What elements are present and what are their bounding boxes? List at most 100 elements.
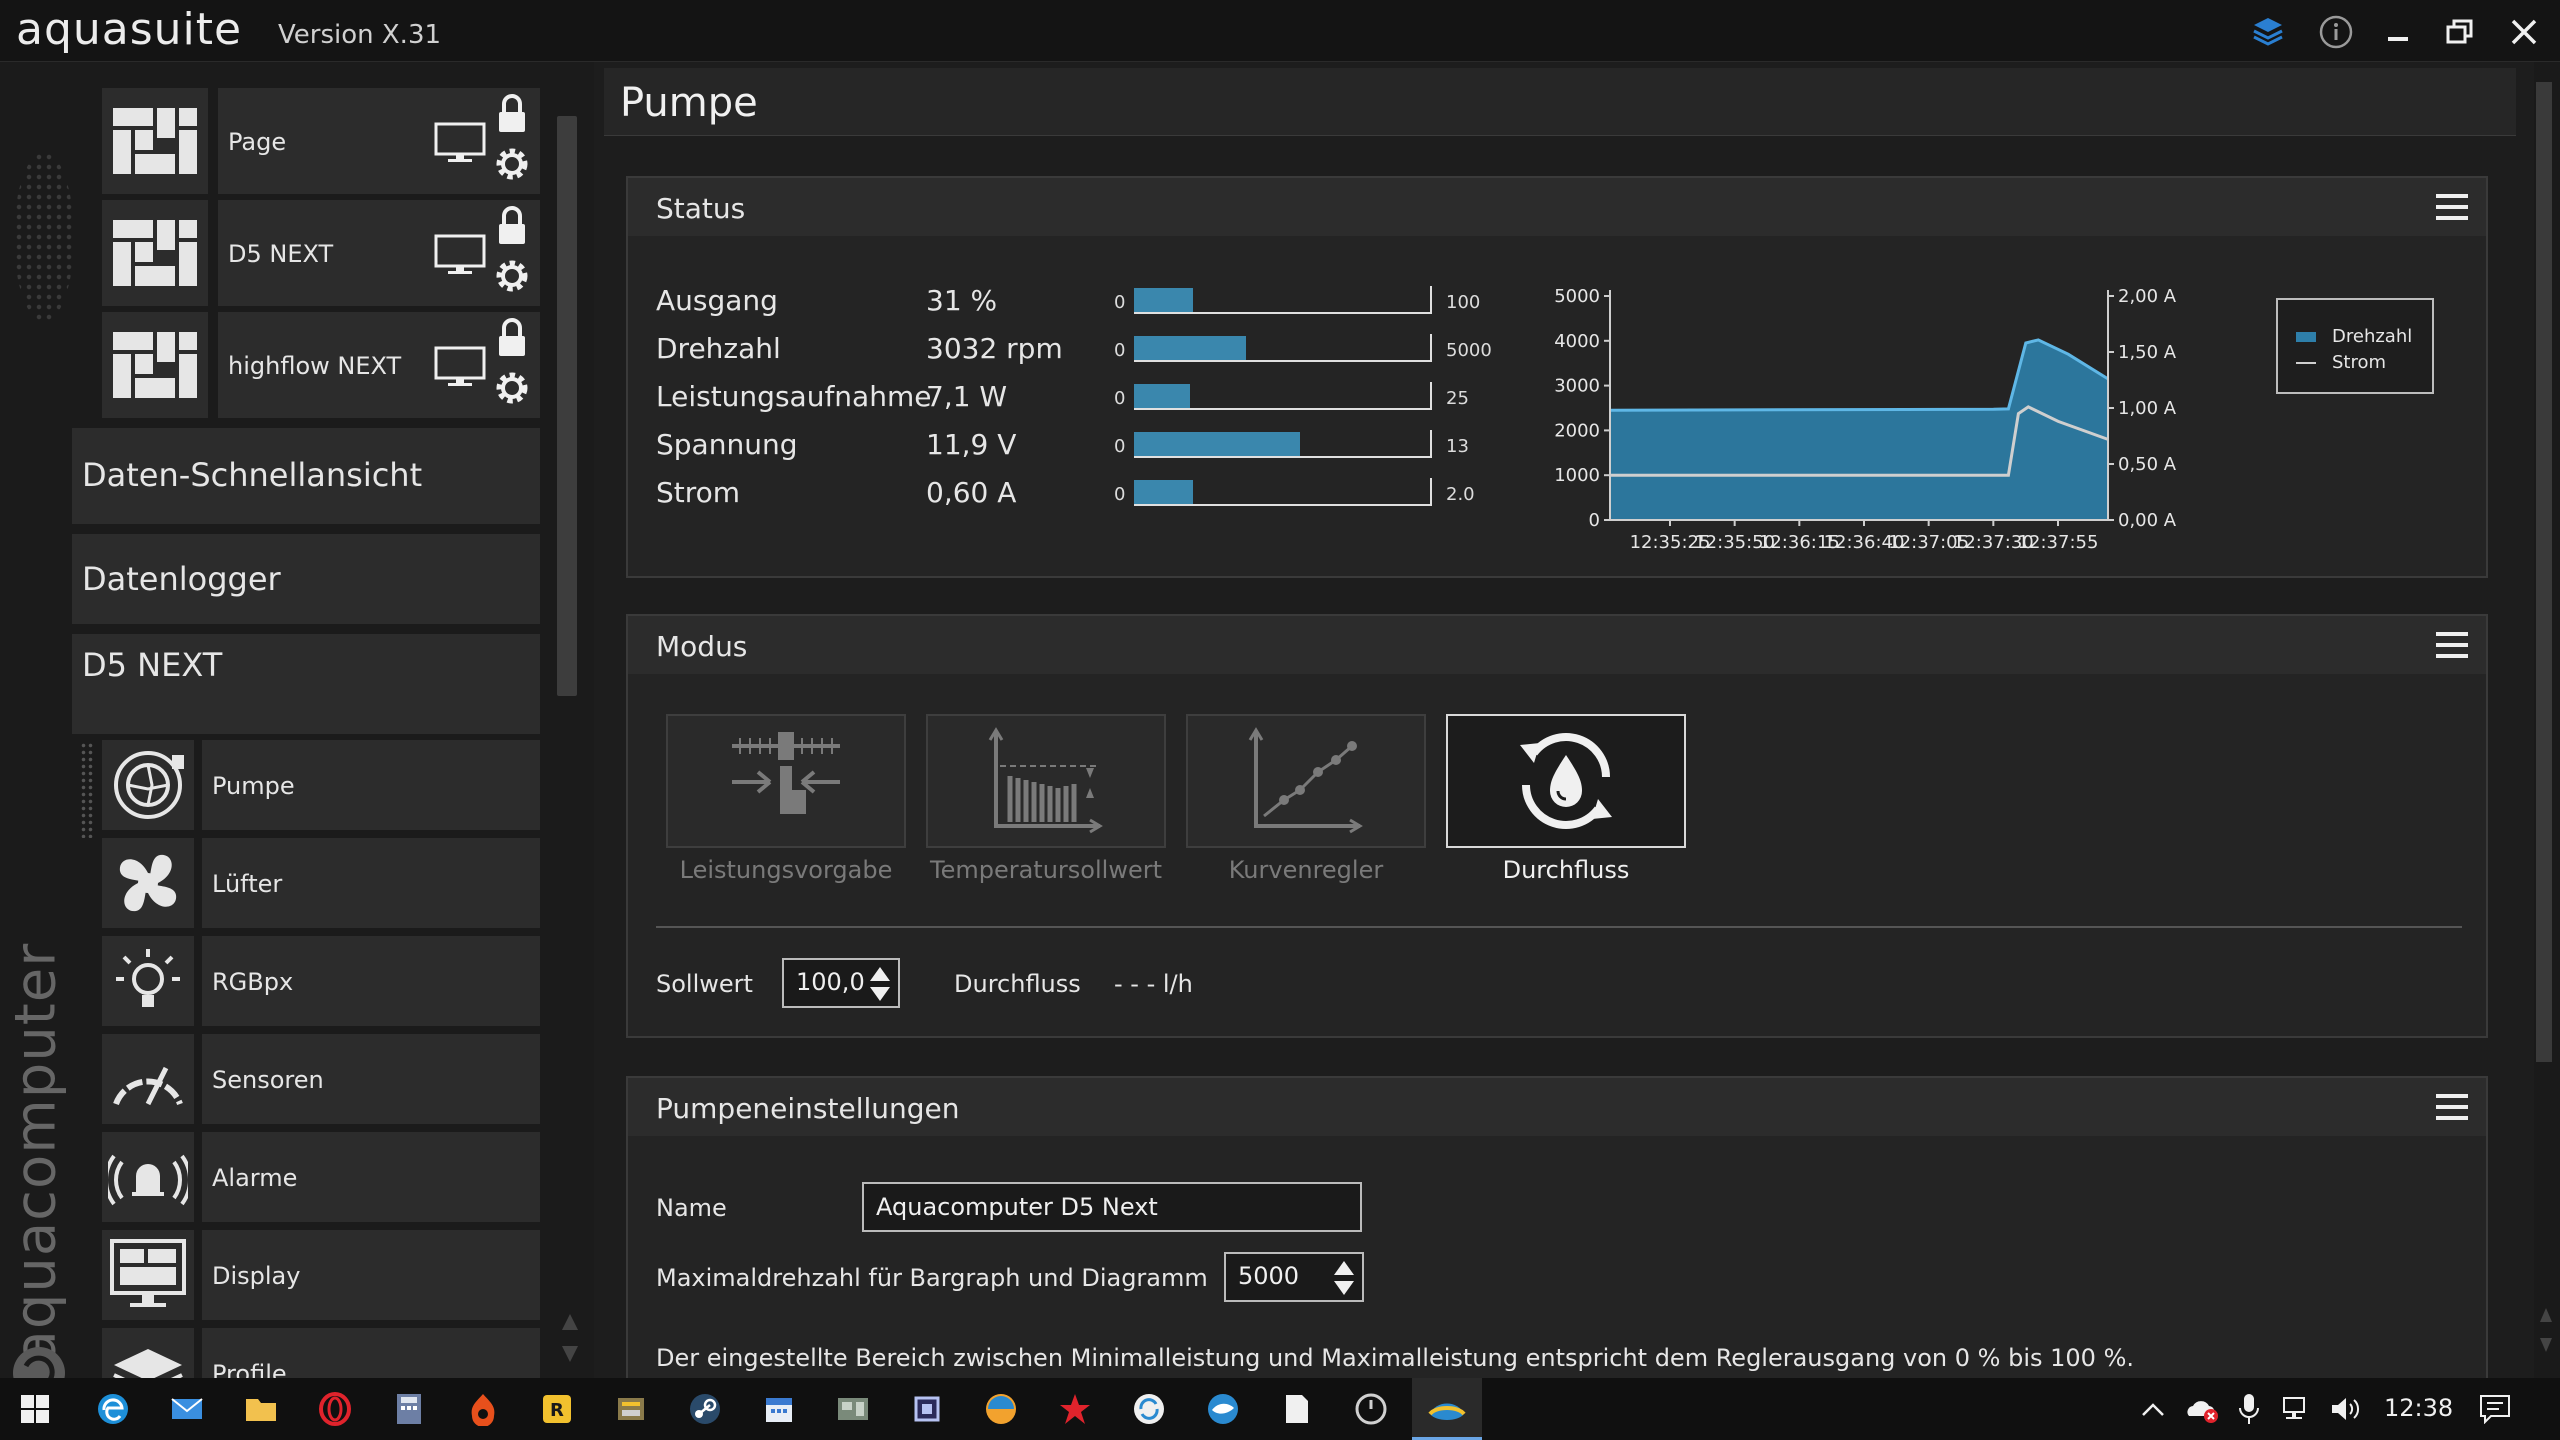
sidebar-item-tile[interactable]: Display [202,1230,540,1320]
scroll-arrows-icon[interactable] [2538,1302,2554,1358]
stepper-arrows-icon[interactable] [1332,1258,1356,1298]
status-value: 31 % [926,284,998,317]
edge-icon[interactable] [94,1390,132,1428]
app-board-icon[interactable] [834,1390,872,1428]
bulb-icon [102,936,194,1026]
explorer-icon[interactable] [242,1390,280,1428]
section-datenlogger[interactable]: Datenlogger [72,534,540,624]
hamburger-menu-icon[interactable] [2436,632,2468,658]
section-label: Datenlogger [82,560,281,598]
stepper-arrows-icon[interactable] [868,964,892,1004]
restore-icon[interactable] [2438,10,2482,54]
calculator-icon[interactable] [390,1390,428,1428]
monitor-icon[interactable] [434,346,486,388]
mic-icon[interactable] [2230,1390,2268,1428]
status-value: 7,1 W [926,380,1008,413]
status-bar-fill [1134,336,1247,360]
opera-icon[interactable] [316,1390,354,1428]
app-red-star-icon[interactable] [1056,1390,1094,1428]
chevron-up-icon[interactable] [2134,1390,2172,1428]
mode-label: Temperatursollwert [930,856,1162,884]
scroll-thumb[interactable] [2536,82,2552,1062]
steam-icon[interactable] [686,1390,724,1428]
bar-baseline [1134,360,1430,362]
tick-label-right: 2,00 A [2118,286,2177,307]
modus-panel: Modus Leistungsvorgabe Temperatursollwer… [626,614,2488,1038]
app-yellow-icon[interactable]: R [538,1390,576,1428]
gear-icon[interactable] [492,368,532,408]
sidebar-item-tile[interactable]: Profile [202,1328,540,1378]
status-bar [1134,382,1432,410]
app-tool-icon[interactable] [612,1390,650,1428]
page-tile[interactable]: D5 NEXT [218,200,540,306]
brand-area: aquacomputer [4,942,74,1378]
layers-icon[interactable] [2246,10,2290,54]
sidebar-item-tile[interactable]: Sensoren [202,1034,540,1124]
minimize-icon[interactable] [2376,10,2420,54]
calendar-icon[interactable] [760,1390,798,1428]
info-icon[interactable] [2314,10,2358,54]
sidebar-scroll-arrows[interactable] [560,1308,580,1368]
sidebar-item-tile[interactable]: Lüfter [202,838,540,928]
curve-icon[interactable] [1186,714,1426,848]
page-tile[interactable]: Page [218,88,540,194]
app-power-icon[interactable] [1352,1390,1390,1428]
aquasuite-icon[interactable] [1428,1392,1466,1426]
lock-icon[interactable] [494,92,530,136]
onedrive-icon[interactable] [2182,1390,2220,1428]
app-browser-icon[interactable] [982,1390,1020,1428]
tick-label-x: 12:37:55 [2018,532,2099,553]
status-bar [1134,286,1432,314]
tick-label-right: 0,50 A [2118,454,2177,475]
hamburger-menu-icon[interactable] [2436,1094,2468,1120]
durchfluss-label: Durchfluss [954,970,1081,998]
sidebar-scrollbar[interactable] [557,116,577,696]
network-icon[interactable] [2278,1390,2316,1428]
app-chip-icon[interactable] [908,1390,946,1428]
main-scrollbar[interactable] [2534,62,2560,1378]
close-icon[interactable] [2502,10,2546,54]
hamburger-menu-icon[interactable] [2436,194,2468,220]
app-fish-icon[interactable] [1204,1390,1242,1428]
sidebar-item-tile[interactable]: RGBpx [202,936,540,1026]
maxrpm-stepper[interactable]: 5000 [1224,1252,1364,1302]
sollwert-value[interactable]: 100,0 [796,968,865,996]
mail-icon[interactable] [168,1390,206,1428]
section-d5-next[interactable]: D5 NEXT [72,634,540,734]
gear-icon[interactable] [492,256,532,296]
slider-hand-icon[interactable] [666,714,906,848]
sidebar-item-label: Pumpe [212,772,295,800]
app-sync-icon[interactable] [1130,1390,1168,1428]
maxrpm-value[interactable]: 5000 [1238,1262,1299,1290]
lock-icon[interactable] [494,316,530,360]
pump-settings-panel: Pumpeneinstellungen Name Aquacomputer D5… [626,1076,2488,1378]
monitor-icon[interactable] [434,234,486,276]
volume-icon[interactable] [2326,1390,2364,1428]
windows-start-icon[interactable] [16,1390,54,1428]
tick-label-left: 0 [1589,510,1600,531]
aquasuite-taskbar-button[interactable] [1412,1378,1482,1440]
status-value: 3032 rpm [926,332,1063,365]
mode-label: Leistungsvorgabe [679,856,893,884]
sidebar-item-tile[interactable]: Pumpe [202,740,540,830]
monitor-icon[interactable] [434,122,486,164]
section-daten-schnellansicht[interactable]: Daten-Schnellansicht [72,428,540,524]
section-label: D5 NEXT [82,646,223,684]
taskbar-clock[interactable]: 12:38 [2384,1394,2453,1422]
sidebar-item-label: RGBpx [212,968,294,996]
name-field[interactable]: Aquacomputer D5 Next [862,1182,1362,1232]
sidebar-item-tile[interactable]: Alarme [202,1132,540,1222]
page-tile[interactable]: highflow NEXT [218,312,540,418]
app-logo: aquasuite [16,4,243,55]
notification-icon[interactable] [2476,1390,2514,1428]
notepad-icon[interactable] [1278,1390,1316,1428]
flow-icon[interactable] [1446,714,1686,848]
sollwert-stepper[interactable]: 100,0 [782,958,900,1008]
drag-handle[interactable] [80,742,94,838]
app-red-icon[interactable] [464,1390,502,1428]
lock-icon[interactable] [494,204,530,248]
gear-icon[interactable] [492,144,532,184]
sidebar: Page D5 NEXT highflow NEXT Daten-Schnell… [0,62,594,1378]
temperature-chart-icon[interactable] [926,714,1166,848]
page-grid-icon [102,88,208,194]
